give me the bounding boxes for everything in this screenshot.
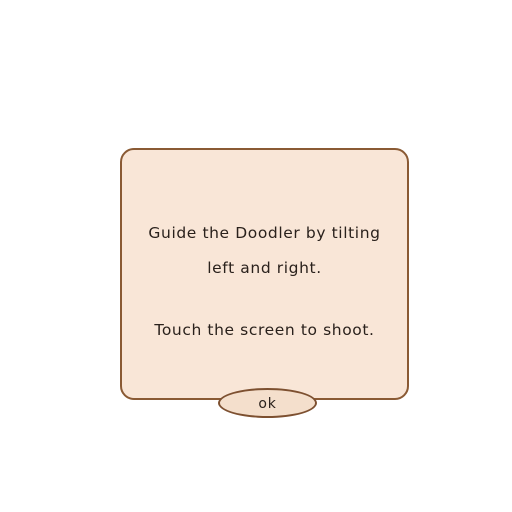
ok-button-label: ok bbox=[258, 396, 277, 412]
instruction-line-shoot: Touch the screen to shoot. bbox=[154, 321, 375, 339]
instruction-line-direction: left and right. bbox=[207, 259, 322, 277]
instruction-line-tilt: Guide the Doodler by tilting bbox=[148, 224, 381, 242]
instructions-dialog: Guide the Doodler by tilting left and ri… bbox=[120, 148, 409, 400]
ok-button[interactable]: ok bbox=[218, 388, 317, 418]
